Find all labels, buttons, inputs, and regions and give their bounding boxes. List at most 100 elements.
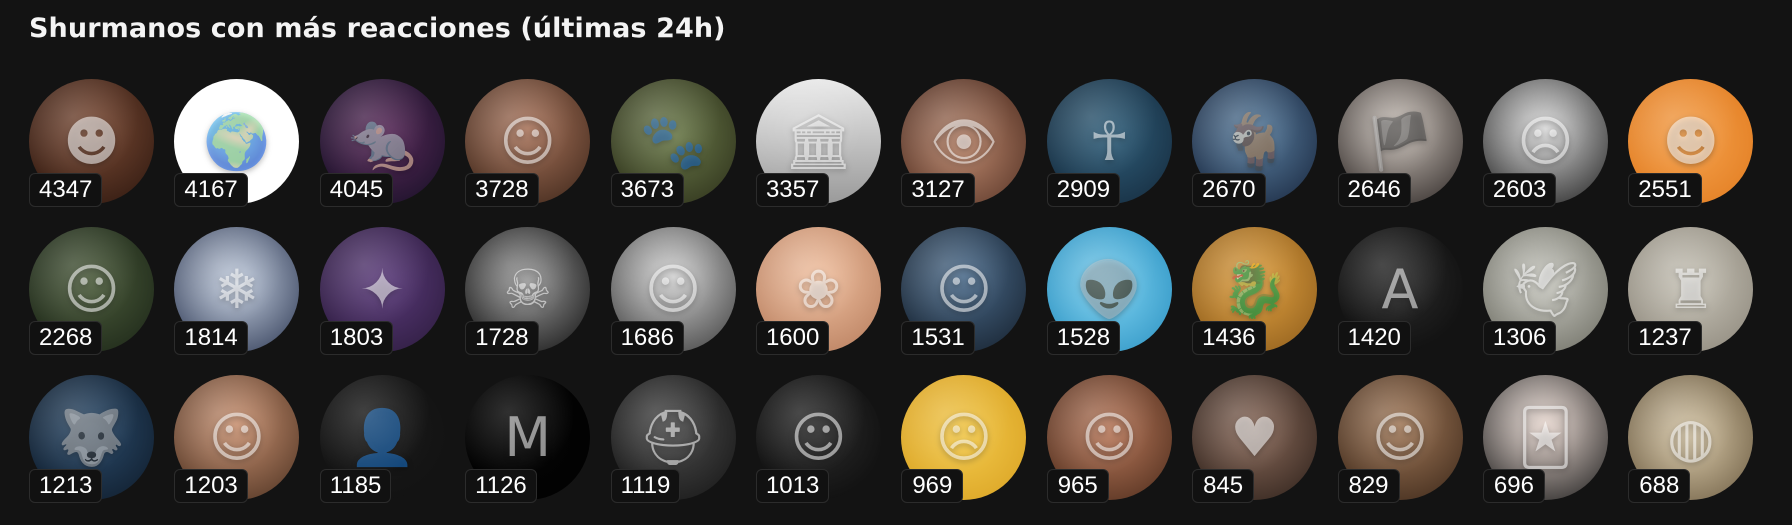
user-avatar-item[interactable]: ☹ 969 — [901, 375, 1027, 503]
reaction-count-badge: 2909 — [1046, 173, 1121, 207]
avatar-glyph: 🏴 — [1366, 109, 1434, 173]
reaction-count-badge: 3127 — [901, 173, 975, 207]
user-avatar-item[interactable]: 🐺 1213 — [29, 375, 154, 503]
avatar-glyph: ❀ — [795, 257, 842, 321]
avatar-glyph: ☹ — [935, 405, 992, 469]
reaction-count-badge: 1203 — [174, 469, 248, 503]
reaction-count-badge: 1306 — [1482, 321, 1557, 355]
avatar-glyph: ☥ — [1089, 109, 1130, 173]
avatar-glyph: ☺ — [499, 109, 556, 173]
user-avatar-item[interactable]: ☺ 3728 — [465, 79, 591, 207]
user-avatar-item[interactable]: 🏴 2646 — [1337, 79, 1463, 207]
avatar-glyph: 🐉 — [1221, 257, 1289, 321]
reaction-count-badge: 1686 — [610, 321, 684, 355]
user-avatar-item[interactable]: 🌍 4167 — [174, 79, 300, 207]
user-avatar-item[interactable]: ♥ 845 — [1192, 375, 1318, 503]
reaction-count-badge: 1185 — [319, 469, 392, 503]
avatar-glyph: ☺ — [935, 257, 992, 321]
reaction-count-badge: 1237 — [1628, 321, 1702, 355]
user-avatar-item[interactable]: A 1420 — [1337, 227, 1463, 355]
reaction-count-badge: 3673 — [610, 173, 684, 207]
avatar-glyph: ♜ — [1666, 257, 1715, 321]
reaction-count-badge: 1728 — [465, 321, 539, 355]
user-avatar-item[interactable]: 🐉 1436 — [1192, 227, 1318, 355]
user-avatar-item[interactable]: ✦ 1803 — [319, 227, 445, 355]
user-avatar-item[interactable]: ☥ 2909 — [1046, 79, 1172, 207]
user-avatar-item[interactable]: ☺ 965 — [1046, 375, 1172, 503]
avatar-glyph: 🌍 — [203, 109, 271, 173]
user-avatar-item[interactable]: M 1126 — [465, 375, 591, 503]
reaction-count-badge: 696 — [1482, 469, 1545, 503]
top-reactions-panel: Shurmanos con más reacciones (últimas 24… — [0, 0, 1792, 525]
avatar-glyph: ✦ — [359, 257, 405, 321]
user-avatar-item[interactable]: ❄ 1814 — [174, 227, 300, 355]
user-avatar-item[interactable]: ☺ 1203 — [174, 375, 300, 503]
reaction-count-badge: 1420 — [1337, 321, 1411, 355]
avatar-glyph: 🏛 — [784, 109, 853, 173]
avatar-glyph: 👤 — [348, 405, 416, 469]
reaction-count-badge: 969 — [901, 469, 964, 503]
user-avatar-item[interactable]: ❀ 1600 — [755, 227, 881, 355]
user-avatar-item[interactable]: 👁 3127 — [901, 79, 1027, 207]
user-avatar-item[interactable]: ☹ 2603 — [1482, 79, 1608, 207]
user-avatar-item[interactable]: ☺ 1686 — [610, 227, 736, 355]
avatar-glyph: ☠ — [503, 257, 552, 321]
user-avatar-item[interactable]: 🐀 4045 — [319, 79, 445, 207]
user-avatar-item[interactable]: ☺ 1531 — [901, 227, 1027, 355]
reaction-count-badge: 1600 — [755, 321, 830, 355]
avatar-glyph: ♥ — [1230, 405, 1279, 469]
reaction-count-badge: 965 — [1046, 469, 1109, 503]
avatar-glyph: ⛑ — [638, 405, 708, 469]
user-avatar-item[interactable]: ☺ 2268 — [29, 227, 154, 355]
reaction-count-badge: 1126 — [465, 469, 537, 503]
reaction-count-badge: 1119 — [610, 469, 681, 503]
avatar-glyph: ☺ — [208, 405, 266, 469]
reaction-count-badge: 829 — [1337, 469, 1400, 503]
reaction-count-badge: 2646 — [1337, 173, 1411, 207]
reaction-count-badge: 2551 — [1628, 173, 1702, 207]
avatar-glyph: ☺ — [1371, 405, 1429, 469]
avatar-glyph: ◍ — [1667, 405, 1715, 469]
avatar-glyph: 🕊 — [1511, 257, 1580, 321]
user-avatar-item[interactable]: ⛑ 1119 — [610, 375, 736, 503]
user-avatar-item[interactable]: ◍ 688 — [1628, 375, 1754, 503]
user-avatar-grid: ☻ 4347 🌍 4167 🐀 4045 ☺ 3728 🐾 3673 🏛 3357 👁 3127 ☥ 2909… — [29, 79, 1754, 503]
user-avatar-item[interactable]: 🐾 3673 — [610, 79, 736, 207]
avatar-glyph: ☻ — [1662, 109, 1719, 173]
user-avatar-item[interactable]: ☻ 2551 — [1628, 79, 1754, 207]
reaction-count-badge: 2268 — [29, 321, 103, 355]
avatar-glyph: A — [1381, 257, 1419, 321]
user-avatar-item[interactable]: ☺ 1013 — [755, 375, 881, 503]
avatar-glyph: ☻ — [63, 109, 120, 173]
reaction-count-badge: 4347 — [29, 173, 103, 207]
user-avatar-item[interactable]: ♜ 1237 — [1628, 227, 1754, 355]
avatar-glyph: ☺ — [644, 257, 702, 321]
avatar-glyph: 👁 — [929, 109, 999, 173]
reaction-count-badge: 1436 — [1192, 321, 1266, 355]
reaction-count-badge: 845 — [1192, 469, 1255, 503]
user-avatar-item[interactable]: 👽 1528 — [1046, 227, 1172, 355]
reaction-count-badge: 4167 — [174, 173, 248, 207]
reaction-count-badge: 2603 — [1482, 173, 1557, 207]
avatar-glyph: 🐾 — [639, 109, 707, 173]
user-avatar-item[interactable]: ☻ 4347 — [29, 79, 154, 207]
reaction-count-badge: 1213 — [29, 469, 103, 503]
user-avatar-item[interactable]: 🏛 3357 — [755, 79, 881, 207]
avatar-glyph: 👽 — [1075, 257, 1143, 321]
user-avatar-item[interactable]: ☺ 829 — [1337, 375, 1463, 503]
user-avatar-item[interactable]: 🐐 2670 — [1192, 79, 1318, 207]
user-avatar-item[interactable]: 🃏 696 — [1482, 375, 1608, 503]
reaction-count-badge: 3728 — [465, 173, 539, 207]
reaction-count-badge: 1013 — [755, 469, 830, 503]
avatar-glyph: ☺ — [1081, 405, 1138, 469]
user-avatar-item[interactable]: 👤 1185 — [319, 375, 445, 503]
reaction-count-badge: 1531 — [901, 321, 975, 355]
reaction-count-badge: 4045 — [319, 173, 394, 207]
user-avatar-item[interactable]: 🕊 1306 — [1482, 227, 1608, 355]
avatar-glyph: 🐀 — [348, 109, 416, 173]
avatar-glyph: M — [504, 405, 551, 469]
reaction-count-badge: 3357 — [755, 173, 830, 207]
user-avatar-item[interactable]: ☠ 1728 — [465, 227, 591, 355]
avatar-glyph: 🐺 — [57, 405, 126, 469]
reaction-count-badge: 1528 — [1046, 321, 1121, 355]
